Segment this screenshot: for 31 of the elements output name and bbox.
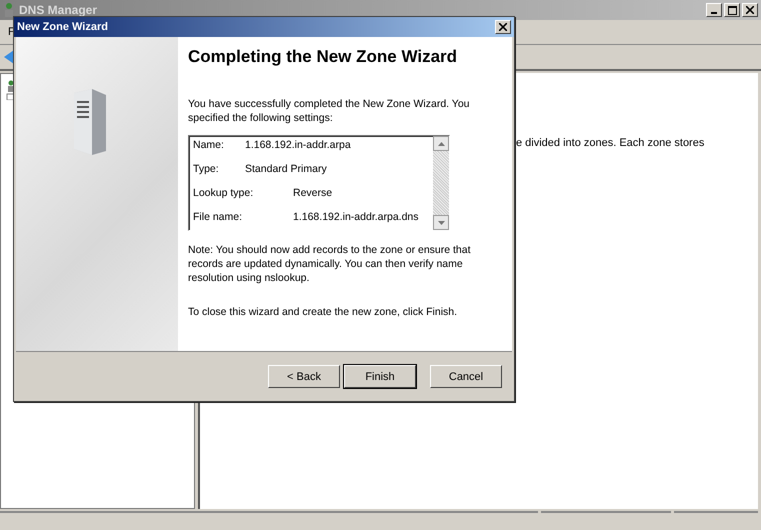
setting-label: Name: bbox=[193, 139, 225, 151]
close-icon bbox=[499, 23, 507, 31]
scroll-down-button[interactable] bbox=[433, 215, 449, 230]
dialog-button[interactable]: Cancel bbox=[430, 365, 502, 388]
dns-icon bbox=[3, 2, 15, 18]
scroll-up-button[interactable] bbox=[433, 136, 449, 151]
setting-label: File name: bbox=[193, 211, 244, 223]
close-button[interactable] bbox=[495, 20, 511, 34]
dialog-button[interactable]: < Back bbox=[268, 365, 340, 388]
wizard-heading: Completing the New Zone Wizard bbox=[188, 47, 458, 67]
setting-label: Type: bbox=[193, 163, 220, 175]
setting-value: 1.168.192.in-addr.arpa.dns bbox=[293, 211, 419, 223]
up-arrow-icon bbox=[438, 142, 444, 146]
maximize-icon bbox=[728, 6, 736, 14]
note-text: Note: You should now add records to the zone or ensure that records are updated dynamically. You can then verify name resolution using nslookup. bbox=[188, 243, 472, 285]
maximize-button[interactable] bbox=[724, 3, 740, 17]
close-icon bbox=[746, 6, 754, 14]
setting-value: Standard Primary bbox=[245, 163, 327, 175]
dialog-title: New Zone Wizard bbox=[17, 21, 108, 33]
intro-text: You have successfully completed the New Zone Wizard. You specified the following settings: bbox=[188, 97, 471, 125]
dialog-button[interactable]: Finish bbox=[344, 365, 416, 388]
down-arrow-icon bbox=[438, 220, 444, 224]
close-button[interactable] bbox=[742, 3, 758, 17]
setting-value: Reverse bbox=[293, 187, 332, 199]
finish-hint: To close this wizard and create the new zone, click Finish. bbox=[188, 305, 458, 319]
description-text: e divided into zones. Each zone stores bbox=[516, 137, 704, 149]
scrollbar[interactable] bbox=[433, 136, 449, 230]
window-title: DNS Manager bbox=[19, 3, 98, 17]
minimize-button[interactable] bbox=[706, 3, 722, 17]
setting-value: 1.168.192.in-addr.arpa bbox=[245, 139, 351, 151]
setting-label: Lookup type: bbox=[193, 187, 254, 199]
